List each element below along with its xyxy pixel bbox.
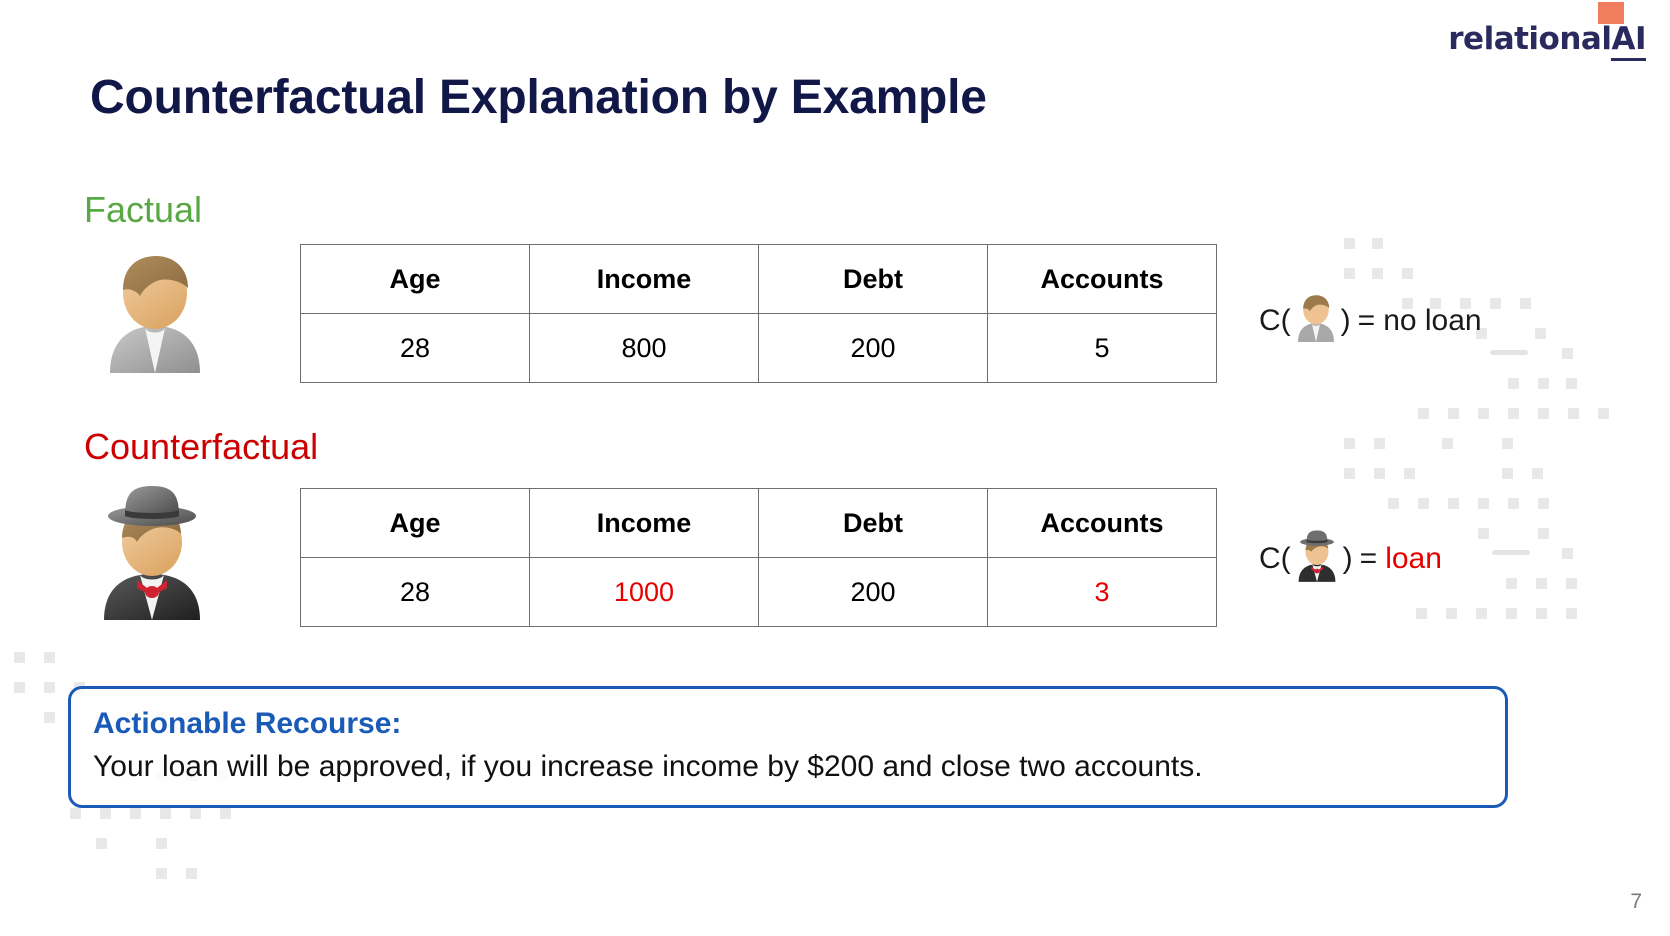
cell-debt: 200: [758, 557, 988, 627]
formula-prefix: C(: [1259, 304, 1291, 337]
cell-accounts-changed: 3: [987, 557, 1217, 627]
formula-suffix: ): [1340, 304, 1351, 337]
recourse-body-text: Your loan will be approved, if you incre…: [93, 749, 1203, 783]
column-header-age: Age: [300, 488, 530, 558]
cell-age: 28: [300, 313, 530, 383]
formula-counterfactual: C( ) = loan: [1258, 528, 1442, 590]
page-title: Counterfactual Explanation by Example: [90, 71, 987, 124]
formula-prefix: C(: [1259, 542, 1291, 575]
cell-debt: 200: [758, 313, 988, 383]
formula-equals: =: [1357, 304, 1376, 337]
table-counterfactual: Age Income Debt Accounts 28 1000 200 3: [300, 488, 1217, 627]
logo-text-accent: AI: [1611, 21, 1646, 61]
table-row: 28 1000 200 3: [300, 557, 1217, 627]
person-tophat-avatar-icon: [92, 480, 212, 625]
person-avatar-icon: [100, 248, 210, 378]
recourse-title: Actionable Recourse:: [93, 707, 402, 740]
cell-income: 800: [529, 313, 759, 383]
cell-income-changed: 1000: [529, 557, 759, 627]
page-number: 7: [1630, 890, 1642, 913]
formula-result-no-loan: no loan: [1383, 304, 1482, 337]
cell-accounts: 5: [987, 313, 1217, 383]
table-header-row: Age Income Debt Accounts: [300, 244, 1217, 314]
formula-result-loan: loan: [1385, 542, 1442, 575]
section-label-counterfactual: Counterfactual: [84, 426, 319, 467]
slide-canvas: relationalAI Counterfactual Explanation …: [0, 0, 1670, 936]
table-row: 28 800 200 5: [300, 313, 1217, 383]
table-factual: Age Income Debt Accounts 28 800 200 5: [300, 244, 1217, 383]
logo-text-main: relational: [1448, 21, 1612, 57]
logo-wordmark: relationalAI: [1448, 21, 1646, 61]
column-header-debt: Debt: [758, 488, 988, 558]
person-tophat-avatar-icon-small: [1294, 528, 1340, 590]
brand-logo: relationalAI: [1448, 2, 1646, 61]
cell-age: 28: [300, 557, 530, 627]
person-avatar-icon-small: [1294, 292, 1338, 350]
table-header-row: Age Income Debt Accounts: [300, 488, 1217, 558]
column-header-debt: Debt: [758, 244, 988, 314]
actionable-recourse-callout: Actionable Recourse: Your loan will be a…: [68, 686, 1508, 808]
column-header-income: Income: [529, 488, 759, 558]
column-header-income: Income: [529, 244, 759, 314]
section-label-factual: Factual: [84, 189, 203, 230]
column-header-accounts: Accounts: [987, 488, 1217, 558]
column-header-age: Age: [300, 244, 530, 314]
column-header-accounts: Accounts: [987, 244, 1217, 314]
formula-suffix: ): [1342, 542, 1353, 575]
formula-equals: =: [1359, 542, 1378, 575]
formula-factual: C( ) = no loan: [1258, 292, 1482, 350]
